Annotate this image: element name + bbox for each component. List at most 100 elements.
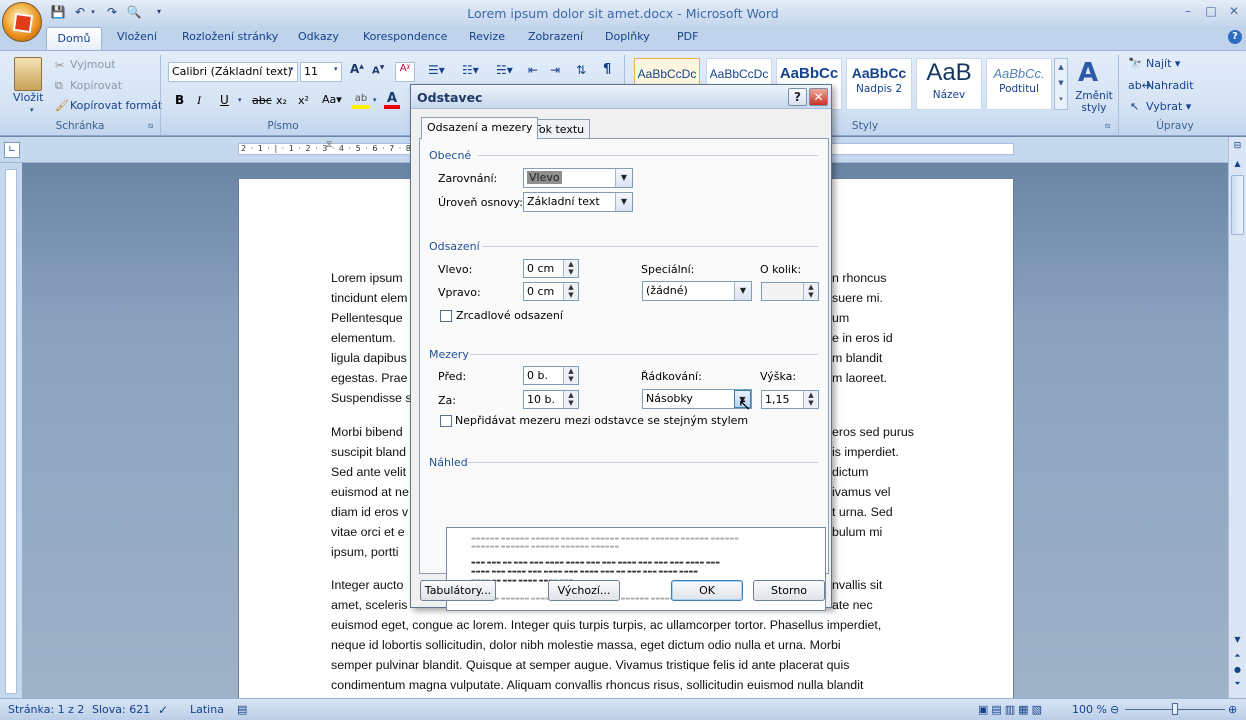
styles-launcher-icon[interactable]: ⧅ — [1105, 121, 1110, 131]
maximize-button[interactable]: □ — [1201, 4, 1221, 20]
spacing-before-spinner[interactable]: 0 b. ▲ ▼ — [523, 366, 579, 385]
spinner-arrows-icon[interactable]: ▲ ▼ — [563, 260, 578, 277]
spinner-arrows-icon[interactable]: ▲ ▼ — [563, 391, 578, 408]
replace-button[interactable]: Nahradit — [1146, 79, 1194, 92]
font-name-dropdown-icon[interactable]: ▾ — [290, 65, 294, 73]
tab-addins[interactable]: Doplňky — [605, 30, 650, 48]
indent-left-spinner[interactable]: 0 cm ▲ ▼ — [523, 259, 579, 278]
zoom-in-icon[interactable]: ⊕ — [1228, 703, 1237, 716]
view-buttons-icon[interactable]: ▣▤▥▦▧ — [978, 703, 1045, 716]
mirror-indents-checkbox[interactable] — [440, 310, 452, 322]
tab-review[interactable]: Revize — [469, 30, 505, 48]
set-default-button[interactable]: Výchozí... — [548, 580, 620, 601]
tab-view[interactable]: Zobrazení — [528, 30, 583, 48]
word-count[interactable]: Slova: 621 — [92, 703, 150, 716]
find-button[interactable]: Najít ▾ — [1146, 57, 1180, 70]
highlight-dropdown-icon[interactable]: ▾ — [373, 96, 377, 104]
spinner-arrows-icon[interactable]: ▲ ▼ — [803, 391, 818, 408]
cut-button[interactable]: Vyjmout — [70, 58, 116, 71]
clipboard-launcher-icon[interactable]: ⧅ — [148, 121, 153, 131]
undo-dropdown-icon[interactable]: ▾ — [88, 4, 98, 20]
scroll-up-icon[interactable]: ▲ — [1231, 159, 1244, 172]
help-icon[interactable]: ? — [1228, 30, 1242, 44]
indent-right-spinner[interactable]: 0 cm ▲ ▼ — [523, 282, 579, 301]
show-marks-icon[interactable]: ¶ — [603, 62, 611, 77]
italic-icon[interactable]: I — [197, 93, 201, 108]
tab-indents-spacing[interactable]: Odsazení a mezery — [421, 117, 539, 139]
save-icon[interactable]: 💾 — [50, 4, 66, 20]
strikethrough-icon[interactable]: abc — [252, 94, 272, 107]
page-count[interactable]: Stránka: 1 z 2 — [8, 703, 84, 716]
tab-insert[interactable]: Vložení — [117, 30, 157, 48]
tabs-button[interactable]: Tabulátory... — [420, 580, 496, 601]
bold-icon[interactable]: B — [175, 93, 184, 107]
tab-mailings[interactable]: Korespondence — [363, 30, 447, 48]
format-painter-button[interactable]: Kopírovat formát — [70, 99, 162, 112]
close-button[interactable]: ✕ — [1224, 4, 1244, 20]
change-styles-button[interactable]: Změnit styly — [1072, 90, 1116, 114]
no-space-same-style-checkbox[interactable] — [440, 415, 452, 427]
undo-icon[interactable]: ↶ — [72, 4, 88, 20]
styles-scroll-icon[interactable]: ▲ ▼ ▾ — [1054, 58, 1068, 110]
grow-font-icon[interactable]: A▲ — [350, 62, 364, 76]
font-size-dropdown-icon[interactable]: ▾ — [334, 65, 338, 73]
copy-button[interactable]: Kopírovat — [70, 79, 122, 92]
previous-page-icon[interactable]: ⏶ — [1231, 651, 1244, 664]
spinner-arrows-icon[interactable]: ▲ ▼ — [563, 283, 578, 300]
language-status[interactable]: Latina — [190, 703, 224, 716]
line-spacing-select[interactable]: Násobky ▼ — [642, 389, 752, 409]
office-button[interactable] — [2, 2, 42, 42]
scroll-down-icon[interactable]: ▼ — [1231, 635, 1244, 648]
proofing-icon[interactable]: ✓ — [158, 703, 168, 717]
bullets-icon[interactable]: ☰▾ — [428, 63, 445, 77]
underline-dropdown-icon[interactable]: ▾ — [238, 96, 242, 104]
select-button[interactable]: Vybrat ▾ — [1146, 100, 1191, 113]
customize-qat-icon[interactable]: ▾ — [154, 4, 164, 20]
multilevel-list-icon[interactable]: ☵▾ — [496, 63, 513, 77]
tab-selector-icon[interactable]: ∟ — [4, 142, 20, 158]
clear-format-icon[interactable]: Aᵡ — [395, 62, 415, 82]
tab-home[interactable]: Domů — [46, 27, 102, 51]
shrink-font-icon[interactable]: A▼ — [372, 64, 384, 76]
ok-button[interactable]: OK — [671, 580, 743, 601]
change-styles-icon[interactable]: A — [1078, 58, 1098, 88]
redo-icon[interactable]: ↷ — [104, 4, 120, 20]
tab-page-layout[interactable]: Rozložení stránky — [182, 30, 278, 48]
paste-dropdown-icon[interactable]: ▾ — [30, 106, 34, 114]
tab-references[interactable]: Odkazy — [298, 30, 339, 48]
special-select[interactable]: (žádné) ▼ — [642, 281, 752, 301]
zoom-level[interactable]: 100 % — [1072, 703, 1107, 716]
dialog-help-button[interactable]: ? — [788, 88, 807, 106]
dialog-close-button[interactable]: ✕ — [809, 88, 828, 106]
font-name-combo[interactable]: Calibri (Základní text) — [168, 62, 298, 82]
style-tile-subtitle[interactable]: AaBbCc. Podtitul — [986, 58, 1052, 110]
macro-record-icon[interactable]: ▤ — [237, 703, 247, 716]
highlight-icon[interactable]: ab — [352, 93, 370, 109]
sort-icon[interactable]: ⇅ — [576, 63, 586, 77]
ruler-toggle-icon[interactable]: ⊟ — [1231, 141, 1244, 154]
change-case-icon[interactable]: Aa▾ — [322, 93, 342, 106]
scroll-thumb[interactable] — [1231, 175, 1244, 235]
cancel-button[interactable]: Storno — [753, 580, 825, 601]
subscript-icon[interactable]: x₂ — [276, 94, 287, 107]
font-color-icon[interactable]: A — [384, 91, 400, 109]
zoom-slider-thumb[interactable] — [1172, 703, 1178, 715]
minimize-button[interactable]: – — [1178, 4, 1198, 20]
superscript-icon[interactable]: x² — [298, 94, 309, 107]
spacing-after-spinner[interactable]: 10 b. ▲ ▼ — [523, 390, 579, 409]
find-icon[interactable]: 🔭 — [1128, 57, 1142, 70]
vertical-scrollbar[interactable]: ⊟ ▲ ▼ ⏶ ● ⏷ — [1228, 137, 1246, 698]
print-preview-icon[interactable]: 🔍 — [126, 4, 142, 20]
paste-button[interactable]: Vložit — [13, 91, 43, 104]
zoom-out-icon[interactable]: ⊖ — [1110, 703, 1119, 716]
cut-icon[interactable]: ✂ — [55, 59, 64, 72]
line-spacing-at-spinner[interactable]: 1,15 ▲ ▼ — [761, 390, 819, 409]
indent-by-spinner[interactable]: ▲ ▼ — [761, 282, 819, 301]
copy-icon[interactable]: ⧉ — [55, 79, 63, 93]
tab-pdf[interactable]: PDF — [677, 30, 698, 48]
decrease-indent-icon[interactable]: ⇤ — [528, 63, 538, 77]
next-page-icon[interactable]: ⏷ — [1231, 679, 1244, 692]
numbering-icon[interactable]: ☷▾ — [462, 63, 479, 77]
browse-object-icon[interactable]: ● — [1231, 665, 1244, 678]
indent-marker-icon[interactable]: ⧖ — [326, 140, 332, 150]
